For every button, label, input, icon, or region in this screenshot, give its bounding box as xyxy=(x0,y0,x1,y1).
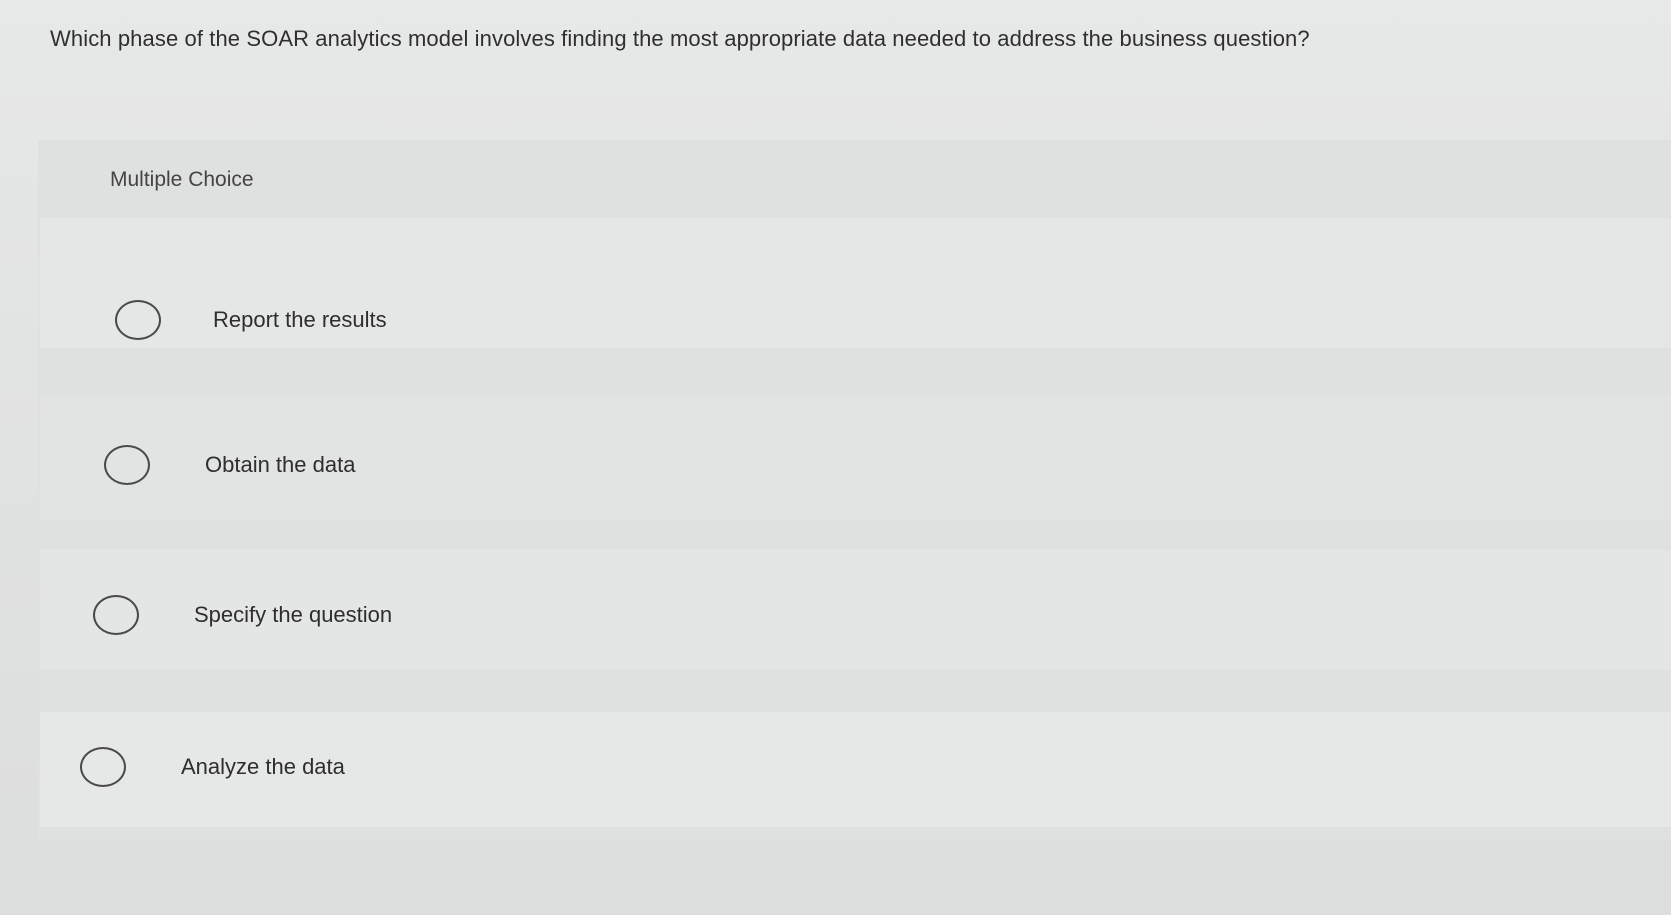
option-label: Obtain the data xyxy=(205,452,356,477)
radio-button[interactable] xyxy=(104,445,150,485)
radio-button[interactable] xyxy=(80,747,126,787)
radio-button[interactable] xyxy=(93,595,139,635)
option-label: Specify the question xyxy=(194,602,393,627)
question-type-label: Multiple Choice xyxy=(110,168,254,191)
answer-option-specify-question[interactable]: Specify the question xyxy=(93,595,392,635)
option-label: Report the results xyxy=(213,307,387,332)
radio-button[interactable] xyxy=(115,300,161,340)
option-label: Analyze the data xyxy=(181,754,345,779)
answer-option-obtain-data[interactable]: Obtain the data xyxy=(104,445,355,485)
answer-option-analyze-data[interactable]: Analyze the data xyxy=(80,747,345,787)
answer-option-report-results[interactable]: Report the results xyxy=(115,300,387,340)
question-text: Which phase of the SOAR analytics model … xyxy=(50,26,1310,51)
